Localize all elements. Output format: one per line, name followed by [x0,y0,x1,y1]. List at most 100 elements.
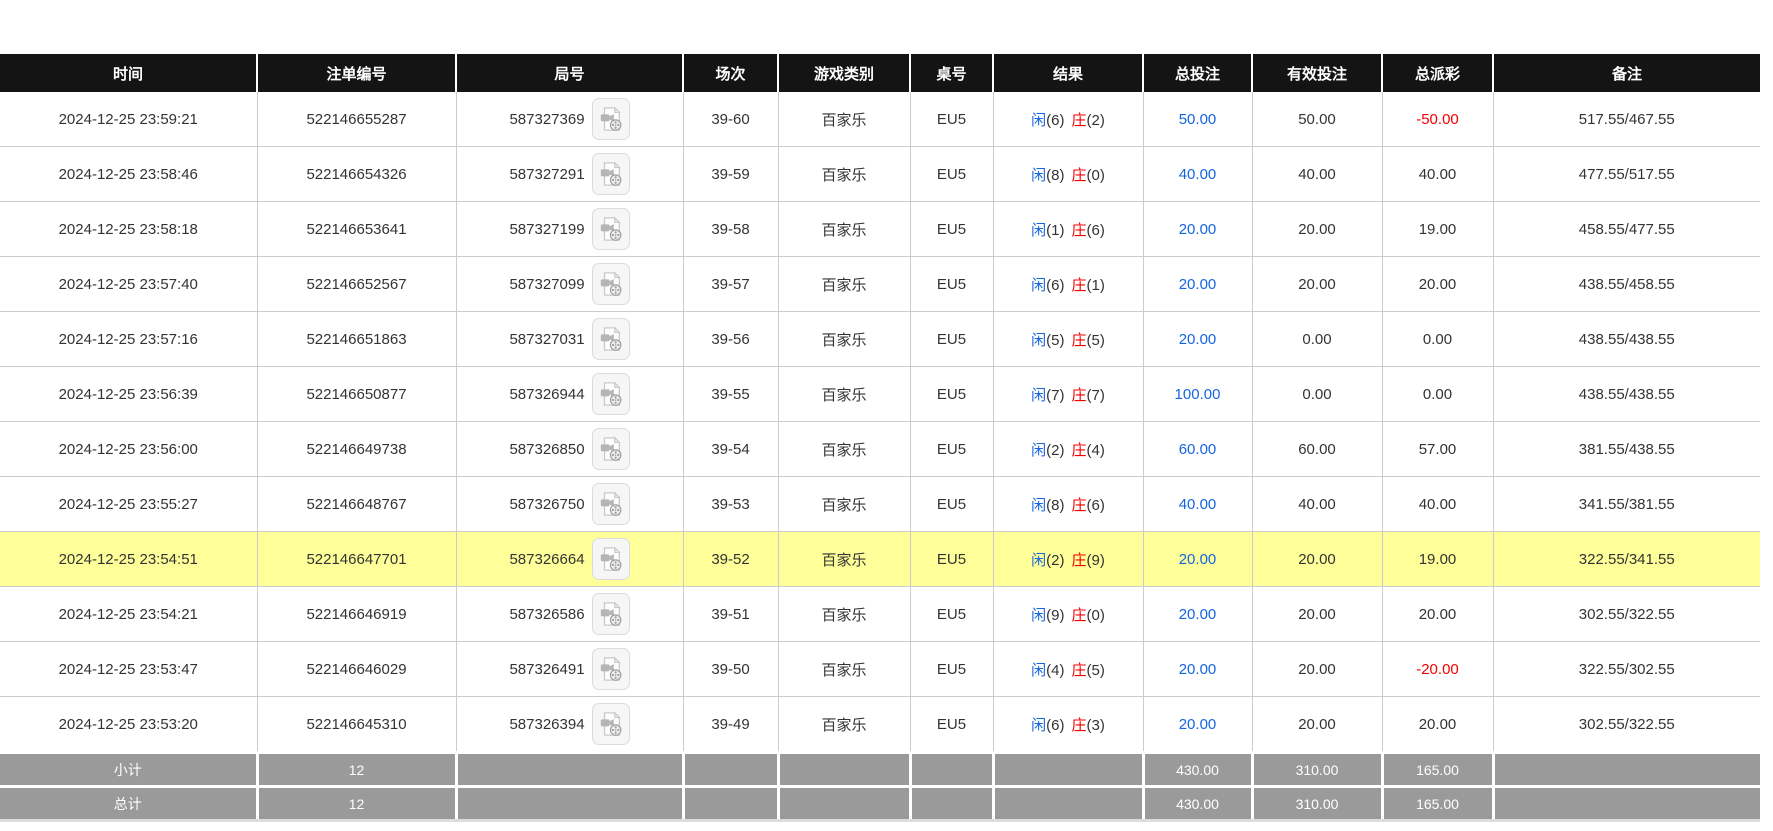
video-replay-button[interactable] [592,428,630,470]
result-player-score: (2) [1046,442,1064,459]
cell-round: 587326491 [456,642,683,697]
video-replay-button[interactable] [592,373,630,415]
cell-valid-bet: 0.00 [1252,367,1382,422]
table-row[interactable]: 2024-12-25 23:56:39 522146650877 5873269… [0,367,1760,422]
video-replay-icon [598,380,624,408]
cell-total-bet: 20.00 [1143,587,1252,642]
subtotal-row: 小计 12 430.00 310.00 165.00 [0,753,1760,787]
table-row[interactable]: 2024-12-25 23:59:21 522146655287 5873273… [0,92,1760,147]
cell-table-no: EU5 [910,532,993,587]
table-row[interactable]: 2024-12-25 23:58:18 522146653641 5873271… [0,202,1760,257]
cell-total-bet: 50.00 [1143,92,1252,147]
cell-game-type: 百家乐 [778,147,910,202]
cell-payout: 57.00 [1382,422,1493,477]
cell-result: 闲(2)庄(9) [993,532,1143,587]
table-row[interactable]: 2024-12-25 23:53:20 522146645310 5873263… [0,697,1760,753]
table-row[interactable]: 2024-12-25 23:53:47 522146646029 5873264… [0,642,1760,697]
result-player-score: (7) [1046,387,1064,404]
cell-session: 39-57 [683,257,778,312]
cell-bet-id: 522146646919 [257,587,456,642]
video-replay-button[interactable] [592,593,630,635]
cell-result: 闲(6)庄(1) [993,257,1143,312]
result-player-label: 闲 [1031,332,1046,349]
cell-valid-bet: 60.00 [1252,422,1382,477]
video-replay-icon [598,600,624,628]
cell-table-no: EU5 [910,257,993,312]
subtotal-empty-remark [1493,753,1760,787]
cell-game-type: 百家乐 [778,312,910,367]
col-header-round: 局号 [456,54,683,92]
col-header-valid-bet: 有效投注 [1252,54,1382,92]
video-replay-icon [598,160,624,188]
cell-remark: 341.55/381.55 [1493,477,1760,532]
cell-result: 闲(1)庄(6) [993,202,1143,257]
subtotal-label: 小计 [0,753,257,787]
round-number: 587326750 [509,496,584,513]
result-player-label: 闲 [1031,717,1046,734]
video-replay-button[interactable] [592,538,630,580]
cell-round: 587326664 [456,532,683,587]
cell-time: 2024-12-25 23:57:16 [0,312,257,367]
round-number: 587326491 [509,661,584,678]
cell-table-no: EU5 [910,587,993,642]
table-row[interactable]: 2024-12-25 23:55:27 522146648767 5873267… [0,477,1760,532]
result-player-label: 闲 [1031,277,1046,294]
header-row: 时间 注单编号 局号 场次 游戏类别 桌号 结果 总投注 有效投注 总派彩 备注 [0,54,1760,92]
cell-game-type: 百家乐 [778,532,910,587]
table-footer: 小计 12 430.00 310.00 165.00 总计 12 [0,753,1760,821]
cell-session: 39-54 [683,422,778,477]
video-replay-button[interactable] [592,153,630,195]
video-replay-button[interactable] [592,703,630,745]
result-banker-score: (5) [1087,662,1105,679]
video-replay-button[interactable] [592,483,630,525]
subtotal-total-bet: 430.00 [1143,753,1252,787]
round-number: 587326394 [509,716,584,733]
col-header-total-bet: 总投注 [1143,54,1252,92]
total-empty-game [778,787,910,821]
result-player-score: (1) [1046,222,1064,239]
cell-remark: 438.55/458.55 [1493,257,1760,312]
table-row[interactable]: 2024-12-25 23:58:46 522146654326 5873272… [0,147,1760,202]
total-total-bet: 430.00 [1143,787,1252,821]
table-row[interactable]: 2024-12-25 23:56:00 522146649738 5873268… [0,422,1760,477]
result-banker-label: 庄 [1072,662,1087,679]
result-banker-label: 庄 [1072,607,1087,624]
round-number: 587327099 [509,276,584,293]
result-banker-label: 庄 [1072,332,1087,349]
cell-table-no: EU5 [910,422,993,477]
table-row[interactable]: 2024-12-25 23:54:51 522146647701 5873266… [0,532,1760,587]
col-header-game-type: 游戏类别 [778,54,910,92]
cell-time: 2024-12-25 23:57:40 [0,257,257,312]
cell-game-type: 百家乐 [778,92,910,147]
result-banker-score: (2) [1087,112,1105,129]
video-replay-button[interactable] [592,208,630,250]
cell-session: 39-50 [683,642,778,697]
round-number: 587327369 [509,111,584,128]
cell-bet-id: 522146647701 [257,532,456,587]
cell-remark: 302.55/322.55 [1493,697,1760,753]
cell-game-type: 百家乐 [778,202,910,257]
cell-payout: 20.00 [1382,587,1493,642]
bet-history-report: 时间 注单编号 局号 场次 游戏类别 桌号 结果 总投注 有效投注 总派彩 备注… [0,0,1773,822]
cell-payout: 20.00 [1382,257,1493,312]
table-row[interactable]: 2024-12-25 23:57:40 522146652567 5873270… [0,257,1760,312]
subtotal-valid-bet: 310.00 [1252,753,1382,787]
video-replay-button[interactable] [592,648,630,690]
cell-payout: 20.00 [1382,697,1493,753]
result-player-label: 闲 [1031,167,1046,184]
cell-round: 587326944 [456,367,683,422]
col-header-bet-id: 注单编号 [257,54,456,92]
result-banker-score: (3) [1087,717,1105,734]
video-replay-button[interactable] [592,263,630,305]
subtotal-empty-round [456,753,683,787]
table-row[interactable]: 2024-12-25 23:54:21 522146646919 5873265… [0,587,1760,642]
table-row[interactable]: 2024-12-25 23:57:16 522146651863 5873270… [0,312,1760,367]
cell-valid-bet: 20.00 [1252,202,1382,257]
result-banker-score: (1) [1087,277,1105,294]
video-replay-button[interactable] [592,98,630,140]
cell-session: 39-59 [683,147,778,202]
cell-time: 2024-12-25 23:53:47 [0,642,257,697]
cell-remark: 517.55/467.55 [1493,92,1760,147]
cell-session: 39-58 [683,202,778,257]
video-replay-button[interactable] [592,318,630,360]
